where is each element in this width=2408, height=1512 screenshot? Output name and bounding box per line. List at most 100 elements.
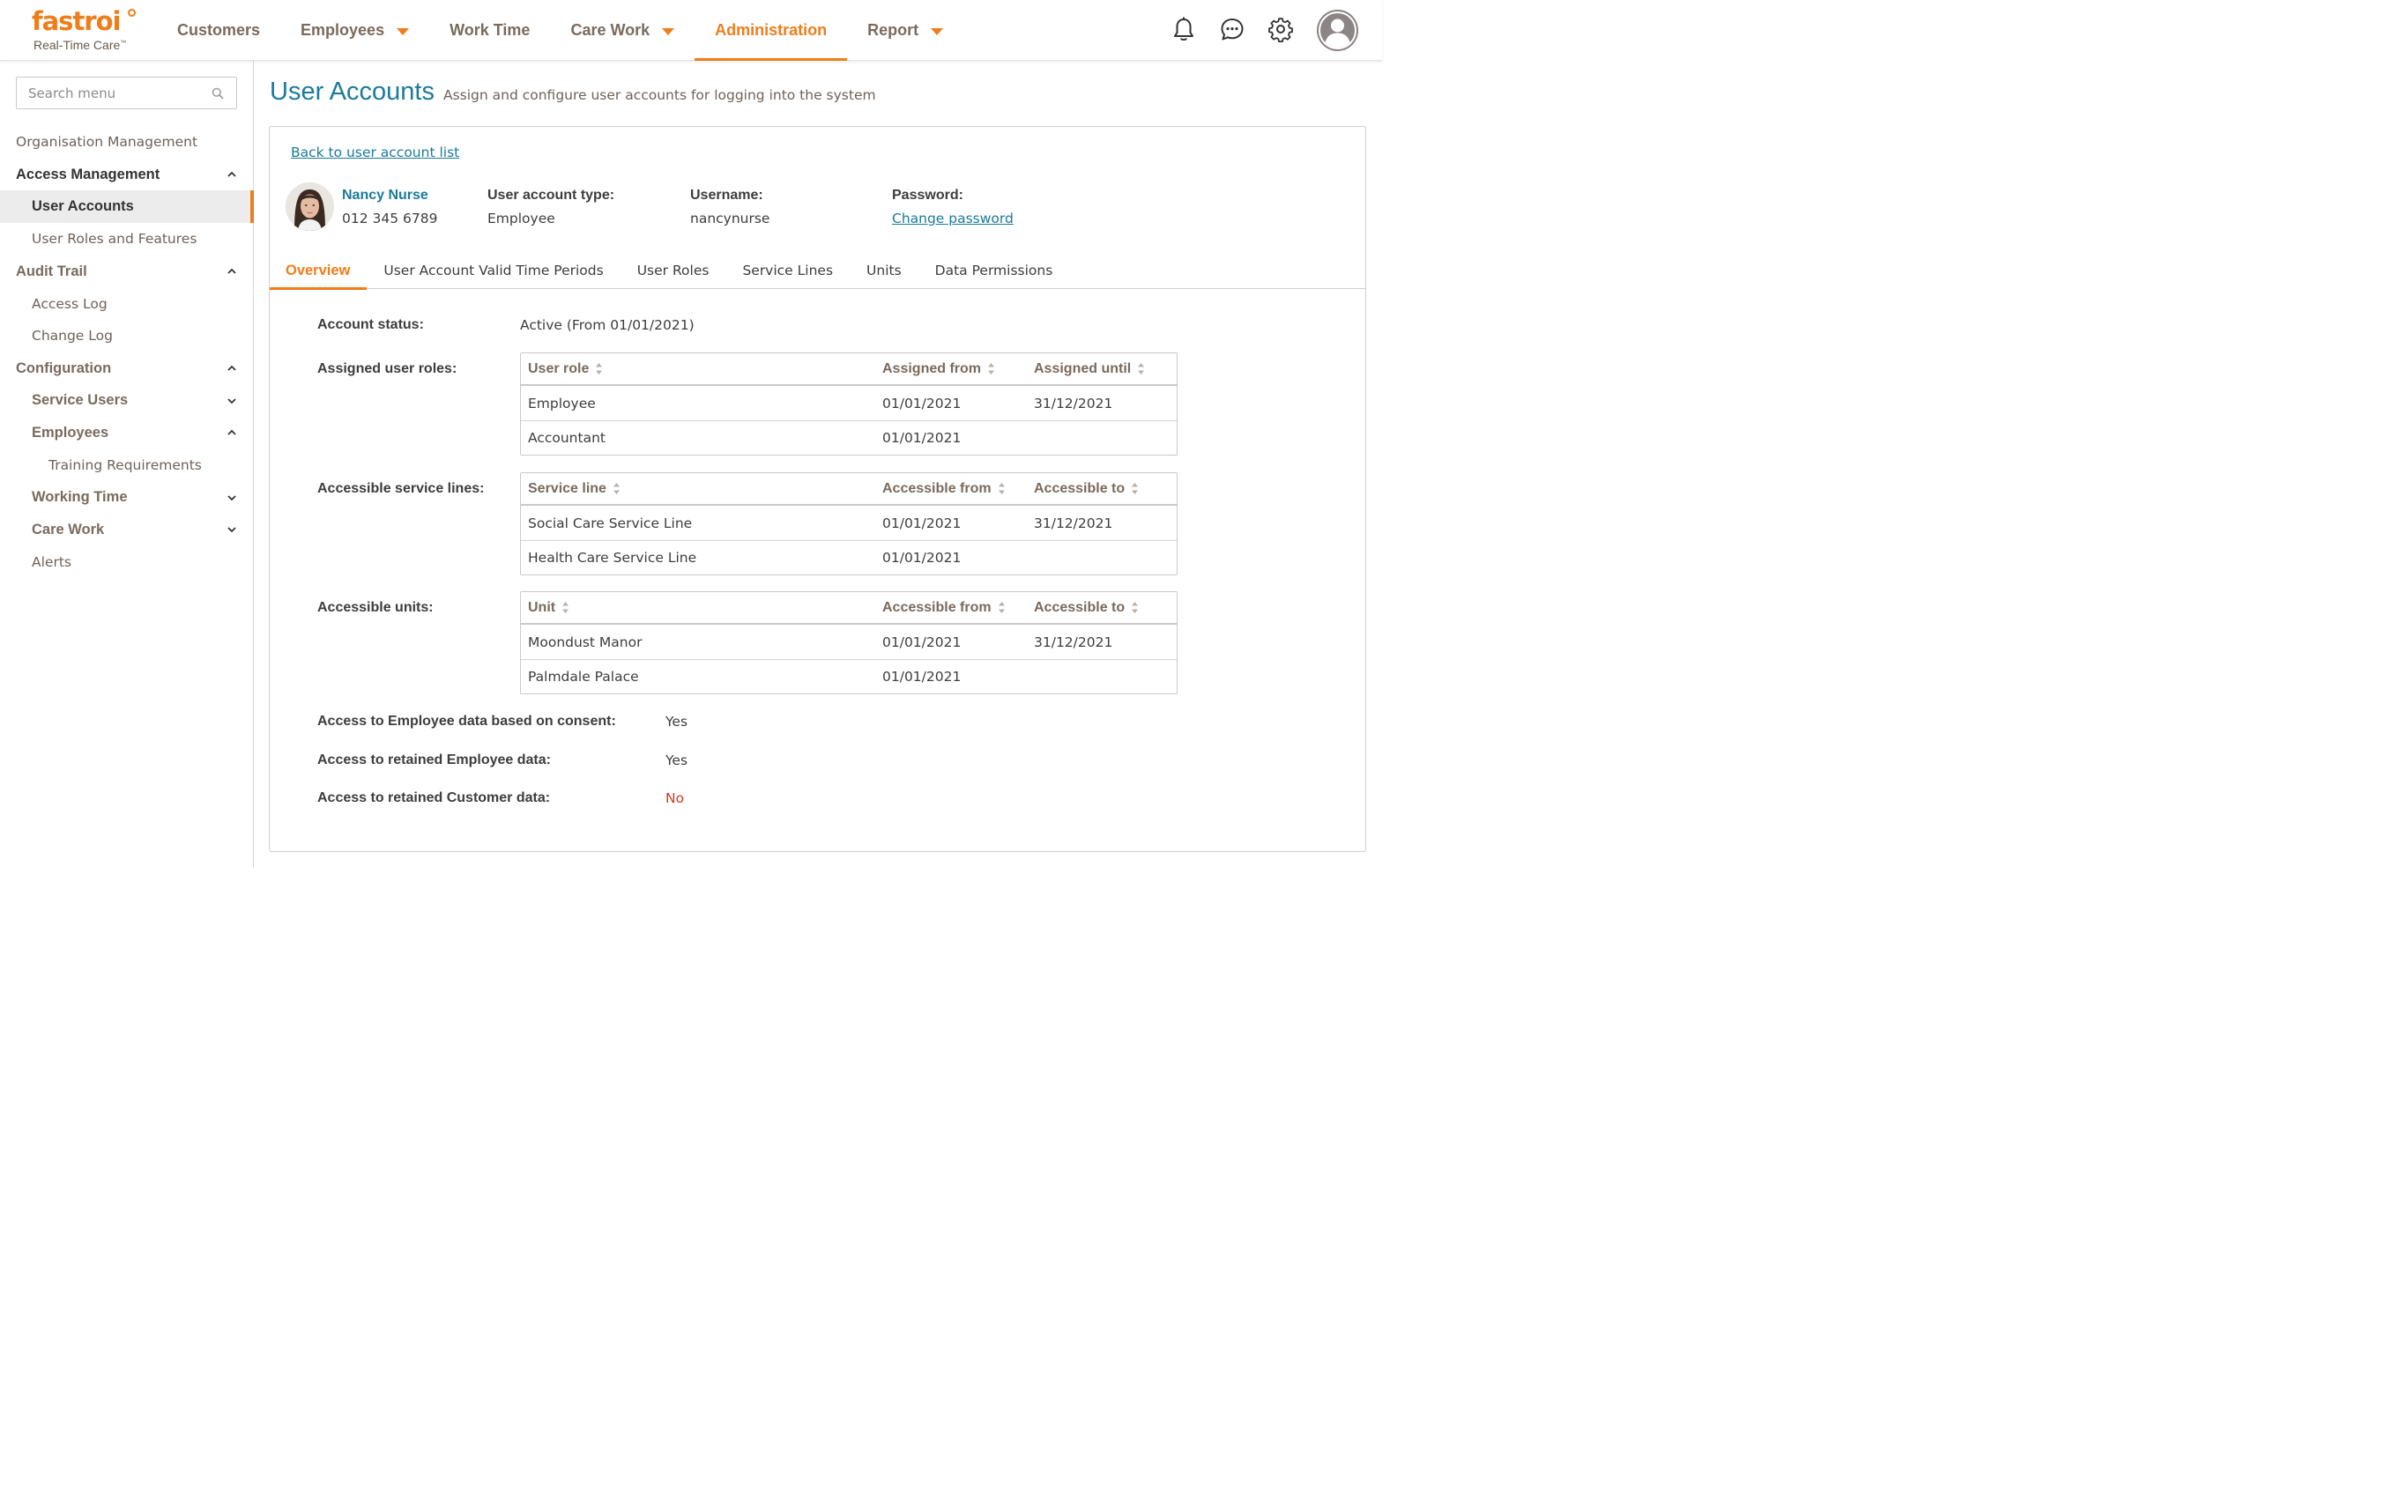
account-type-label: User account type: [487,188,615,203]
tab-data-permissions[interactable]: Data Permissions [918,252,1070,289]
cell-from: 01/01/2021 [882,669,962,685]
main-nav: Customers Employees Work Time Care Work … [157,0,963,61]
table-row: Social Care Service Line 01/01/2021 31/1… [521,506,1177,540]
sidebar-item-training-requirements[interactable]: Training Requirements [0,449,253,482]
sort-assigned-until[interactable]: Assigned until [1027,361,1177,377]
sort-user-role[interactable]: User role [521,361,875,377]
table-row: Employee 01/01/2021 31/12/2021 [521,386,1177,420]
table-row: Accountant 01/01/2021 [521,420,1177,455]
back-to-list-link[interactable]: Back to user account list [291,145,459,160]
table-row: Palmdale Palace 01/01/2021 [521,659,1177,693]
cell-to: 31/12/2021 [1034,634,1113,650]
sort-accessible-to[interactable]: Accessible to [1027,600,1177,616]
tab-overview[interactable]: Overview [270,252,368,290]
table-header: Unit Accessible from Accessible to [521,592,1177,625]
sort-icon [562,602,569,613]
person-phone: 012 345 6789 [342,211,438,226]
table-row: Health Care Service Line 01/01/2021 [521,540,1177,574]
consent-access-label: Access to Employee data based on consent… [317,714,616,729]
password-info: Password: Change password [892,188,1014,226]
tab-units[interactable]: Units [850,252,918,289]
sidebar-active-marker [250,190,254,223]
page-title: User Accounts [270,78,435,106]
sort-icon [1132,483,1139,494]
username-info: Username: nancynurse [690,188,769,226]
cell-until: 31/12/2021 [1034,395,1113,411]
sort-accessible-to[interactable]: Accessible to [1027,481,1177,497]
gear-icon[interactable] [1268,16,1293,42]
username-value: nancynurse [690,211,770,226]
search-menu-input[interactable] [17,78,236,108]
cell-role: Accountant [528,430,606,446]
tab-valid-time-periods[interactable]: User Account Valid Time Periods [367,252,620,289]
account-type-info: User account type: Employee [487,188,614,226]
user-account-card: Back to user account list Nancy Nurse 01… [269,126,1366,852]
chevron-up-icon [227,268,236,274]
tab-service-lines[interactable]: Service Lines [725,252,850,289]
sort-service-line[interactable]: Service line [521,481,875,497]
account-type-value: Employee [487,211,555,226]
sidebar-item-change-log[interactable]: Change Log [0,320,253,352]
sort-accessible-from[interactable]: Accessible from [875,481,1027,497]
sidebar-item-care-work[interactable]: Care Work [0,514,253,546]
username-label: Username: [690,188,763,203]
user-roles-table: User role Assigned from Assigned until E… [520,352,1178,456]
retained-customer-label: Access to retained Customer data: [317,790,551,805]
sidebar-item-access-management[interactable]: Access Management [0,159,253,191]
sidebar-item-service-users[interactable]: Service Users [0,385,253,418]
sort-accessible-from[interactable]: Accessible from [875,600,1027,616]
sort-assigned-from[interactable]: Assigned from [875,361,1027,377]
profile-photo [286,182,334,231]
sidebar-item-organisation-management[interactable]: Organisation Management [0,126,253,159]
nav-care-work[interactable]: Care Work [550,0,695,61]
sidebar-item-configuration[interactable]: Configuration [0,352,253,385]
cell-unit: Moondust Manor [528,634,643,650]
bell-icon[interactable] [1171,16,1196,42]
consent-access-value: Yes [665,714,688,730]
table-row: Moondust Manor 01/01/2021 31/12/2021 [521,625,1177,659]
tab-user-roles[interactable]: User Roles [621,252,726,289]
cell-from: 01/01/2021 [882,395,962,411]
nav-employees[interactable]: Employees [280,0,429,61]
sidebar-item-alerts[interactable]: Alerts [0,546,253,579]
search-menu-box [16,77,237,109]
cell-service-line: Social Care Service Line [528,515,693,531]
sort-icon [596,363,603,374]
sort-unit[interactable]: Unit [521,600,875,616]
service-lines-table: Service line Accessible from Accessible … [520,472,1178,575]
page-heading: User Accounts Assign and configure user … [270,78,876,107]
sidebar-item-access-log[interactable]: Access Log [0,287,253,320]
logo-subtitle: Real-Time Care™ [33,38,127,52]
nav-administration[interactable]: Administration [695,0,848,61]
account-status-label: Account status: [317,317,424,332]
sidebar-item-user-accounts[interactable]: User Accounts [0,190,253,224]
person-name[interactable]: Nancy Nurse [342,188,437,209]
table-header: User role Assigned from Assigned until [521,353,1177,386]
user-avatar-icon[interactable] [1317,10,1358,51]
sidebar-item-audit-trail[interactable]: Audit Trail [0,256,253,288]
retained-employee-label: Access to retained Employee data: [317,752,551,767]
cell-from: 01/01/2021 [882,515,962,531]
sort-icon [1132,602,1139,613]
sidebar-item-user-roles-and-features[interactable]: User Roles and Features [0,223,253,256]
nav-report[interactable]: Report [847,0,963,61]
cell-from: 01/01/2021 [882,430,962,446]
retained-employee-value: Yes [665,752,688,768]
person-info: Nancy Nurse 012 345 6789 [342,188,437,226]
change-password-link[interactable]: Change password [892,211,1014,226]
logo-wordmark: fastroi [32,6,121,36]
nav-work-time[interactable]: Work Time [429,0,550,61]
caret-down-icon [931,27,944,35]
nav-customers[interactable]: Customers [157,0,280,61]
service-lines-label: Accessible service lines: [317,481,485,496]
fastroi-logo[interactable]: fastroi Real-Time Care™ [32,7,137,56]
sidebar-item-working-time[interactable]: Working Time [0,482,253,515]
chat-icon[interactable] [1220,16,1245,42]
search-icon[interactable] [212,87,224,100]
sidebar-item-employees[interactable]: Employees [0,417,253,449]
cell-role: Employee [528,395,596,411]
sort-icon [998,602,1005,613]
top-bar: fastroi Real-Time Care™ Customers Employ… [0,0,1382,61]
page-subtitle: Assign and configure user accounts for l… [442,87,876,103]
cell-from: 01/01/2021 [882,634,962,650]
